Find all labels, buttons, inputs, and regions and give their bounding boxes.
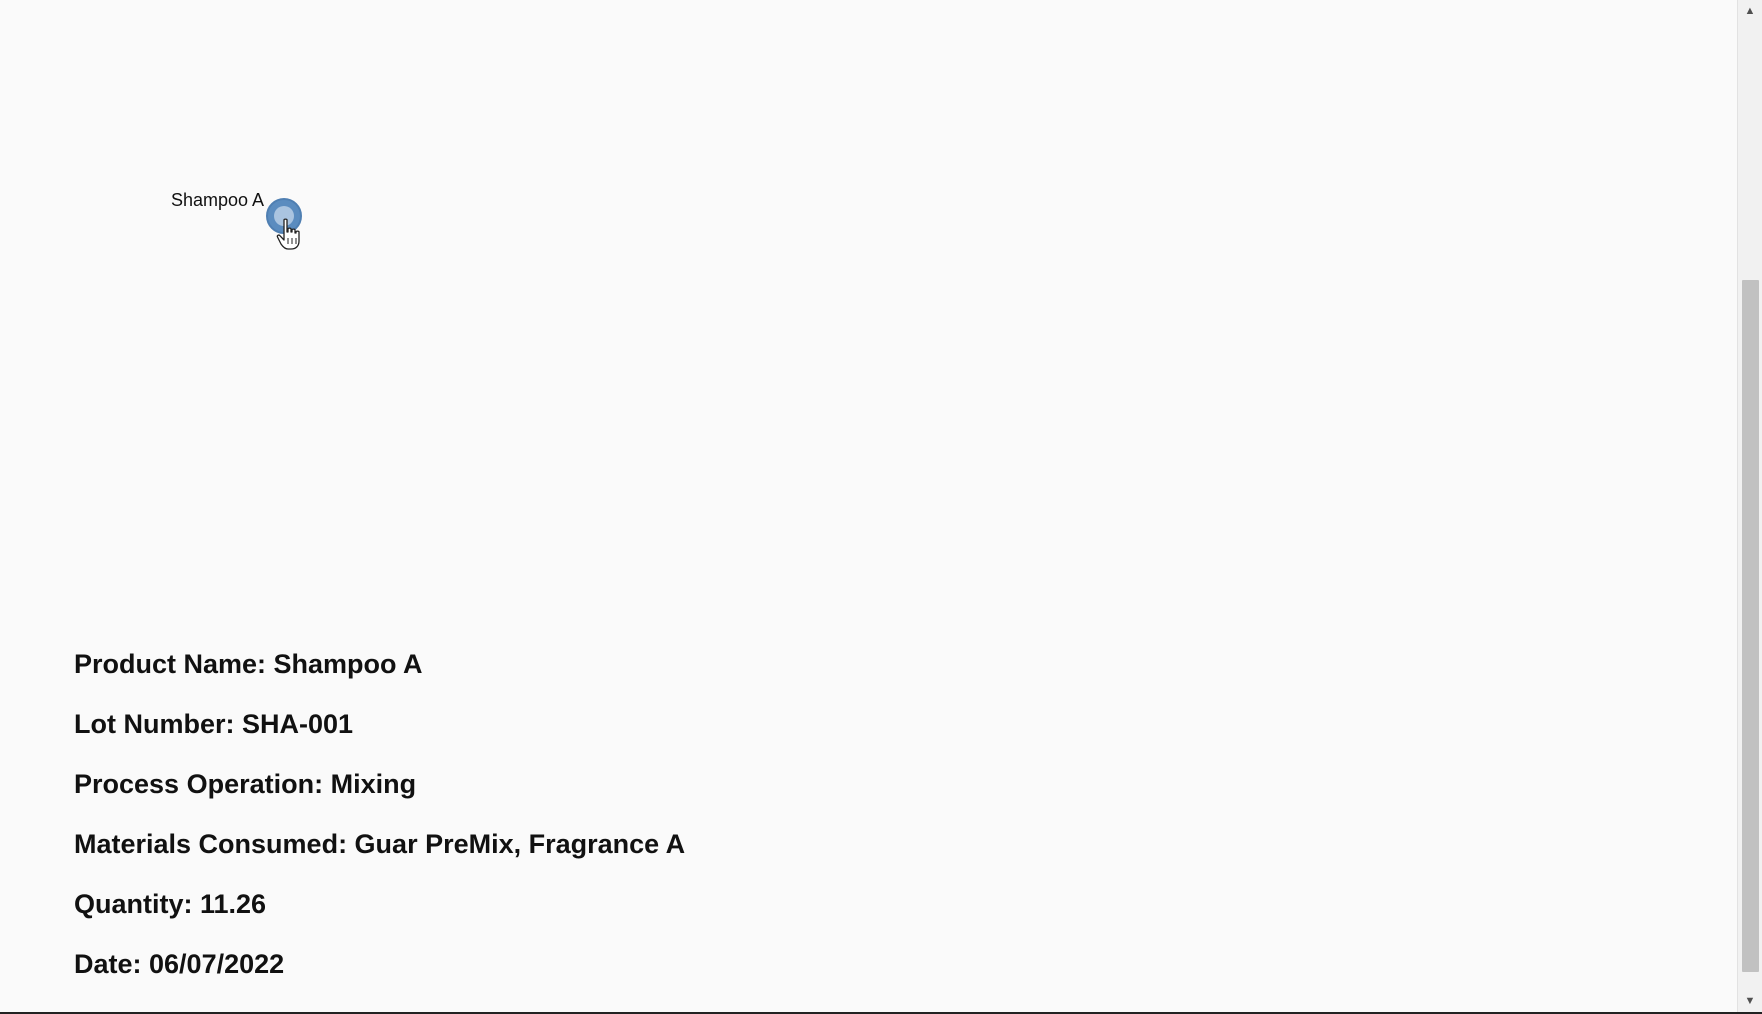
quantity: Quantity: 11.26 [74, 889, 267, 919]
product-details: Product Name: Shampoo A Lot Number: SHA-… [74, 650, 685, 1010]
graph-area: Shampoo A [0, 0, 1738, 620]
scrollbar-thumb[interactable] [1742, 280, 1759, 972]
lot-number: Lot Number: SHA-001 [74, 709, 354, 739]
triangle-up-icon[interactable]: ▲ [1738, 0, 1762, 22]
product-name: Product Name: Shampoo A [74, 649, 423, 679]
date: Date: 06/07/2022 [74, 949, 285, 979]
triangle-down-icon[interactable]: ▼ [1738, 990, 1762, 1012]
process-operation: Process Operation: Mixing [74, 769, 417, 799]
vertical-scrollbar[interactable]: ▲ ▼ [1737, 0, 1762, 1012]
materials-consumed: Materials Consumed: Guar PreMix, Fragran… [74, 829, 686, 859]
page-viewport: Shampoo A Product Name: Shampoo A Lot Nu… [0, 0, 1738, 1012]
node-label: Shampoo A [171, 190, 265, 210]
product-node[interactable] [265, 197, 303, 235]
